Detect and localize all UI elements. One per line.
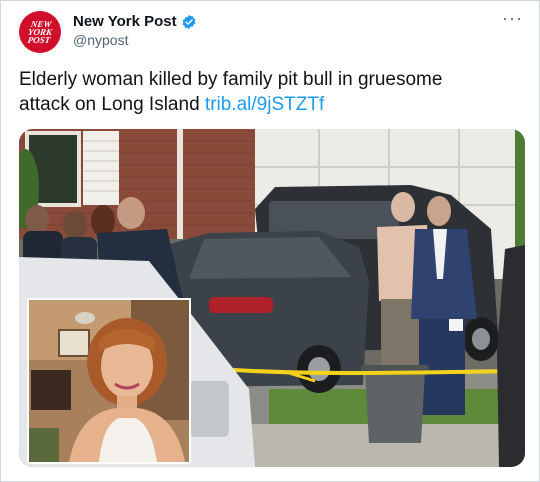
handle[interactable]: @nypost [73, 32, 197, 48]
verified-badge-icon [182, 14, 195, 29]
avatar[interactable]: NEW YORK POST [19, 11, 61, 53]
avatar-logo-line: POST [26, 35, 51, 45]
display-name-row: New York Post [73, 13, 197, 30]
tweet-card[interactable]: NEW YORK POST New York Post @nypost ··· … [0, 0, 540, 482]
display-name[interactable]: New York Post [73, 13, 177, 30]
inset-portrait[interactable] [27, 298, 191, 464]
tweet-text: Elderly woman killed by family pit bull … [19, 67, 489, 117]
tweet-header: NEW YORK POST New York Post @nypost ··· [19, 9, 523, 55]
more-horizontal-icon[interactable]: ··· [502, 9, 523, 27]
tweet-link[interactable]: trib.al/9jSTZTf [205, 94, 324, 115]
portrait-image [29, 300, 189, 462]
avatar-logo-text: NEW YORK POST [26, 19, 53, 45]
author-names: New York Post @nypost [73, 11, 197, 48]
